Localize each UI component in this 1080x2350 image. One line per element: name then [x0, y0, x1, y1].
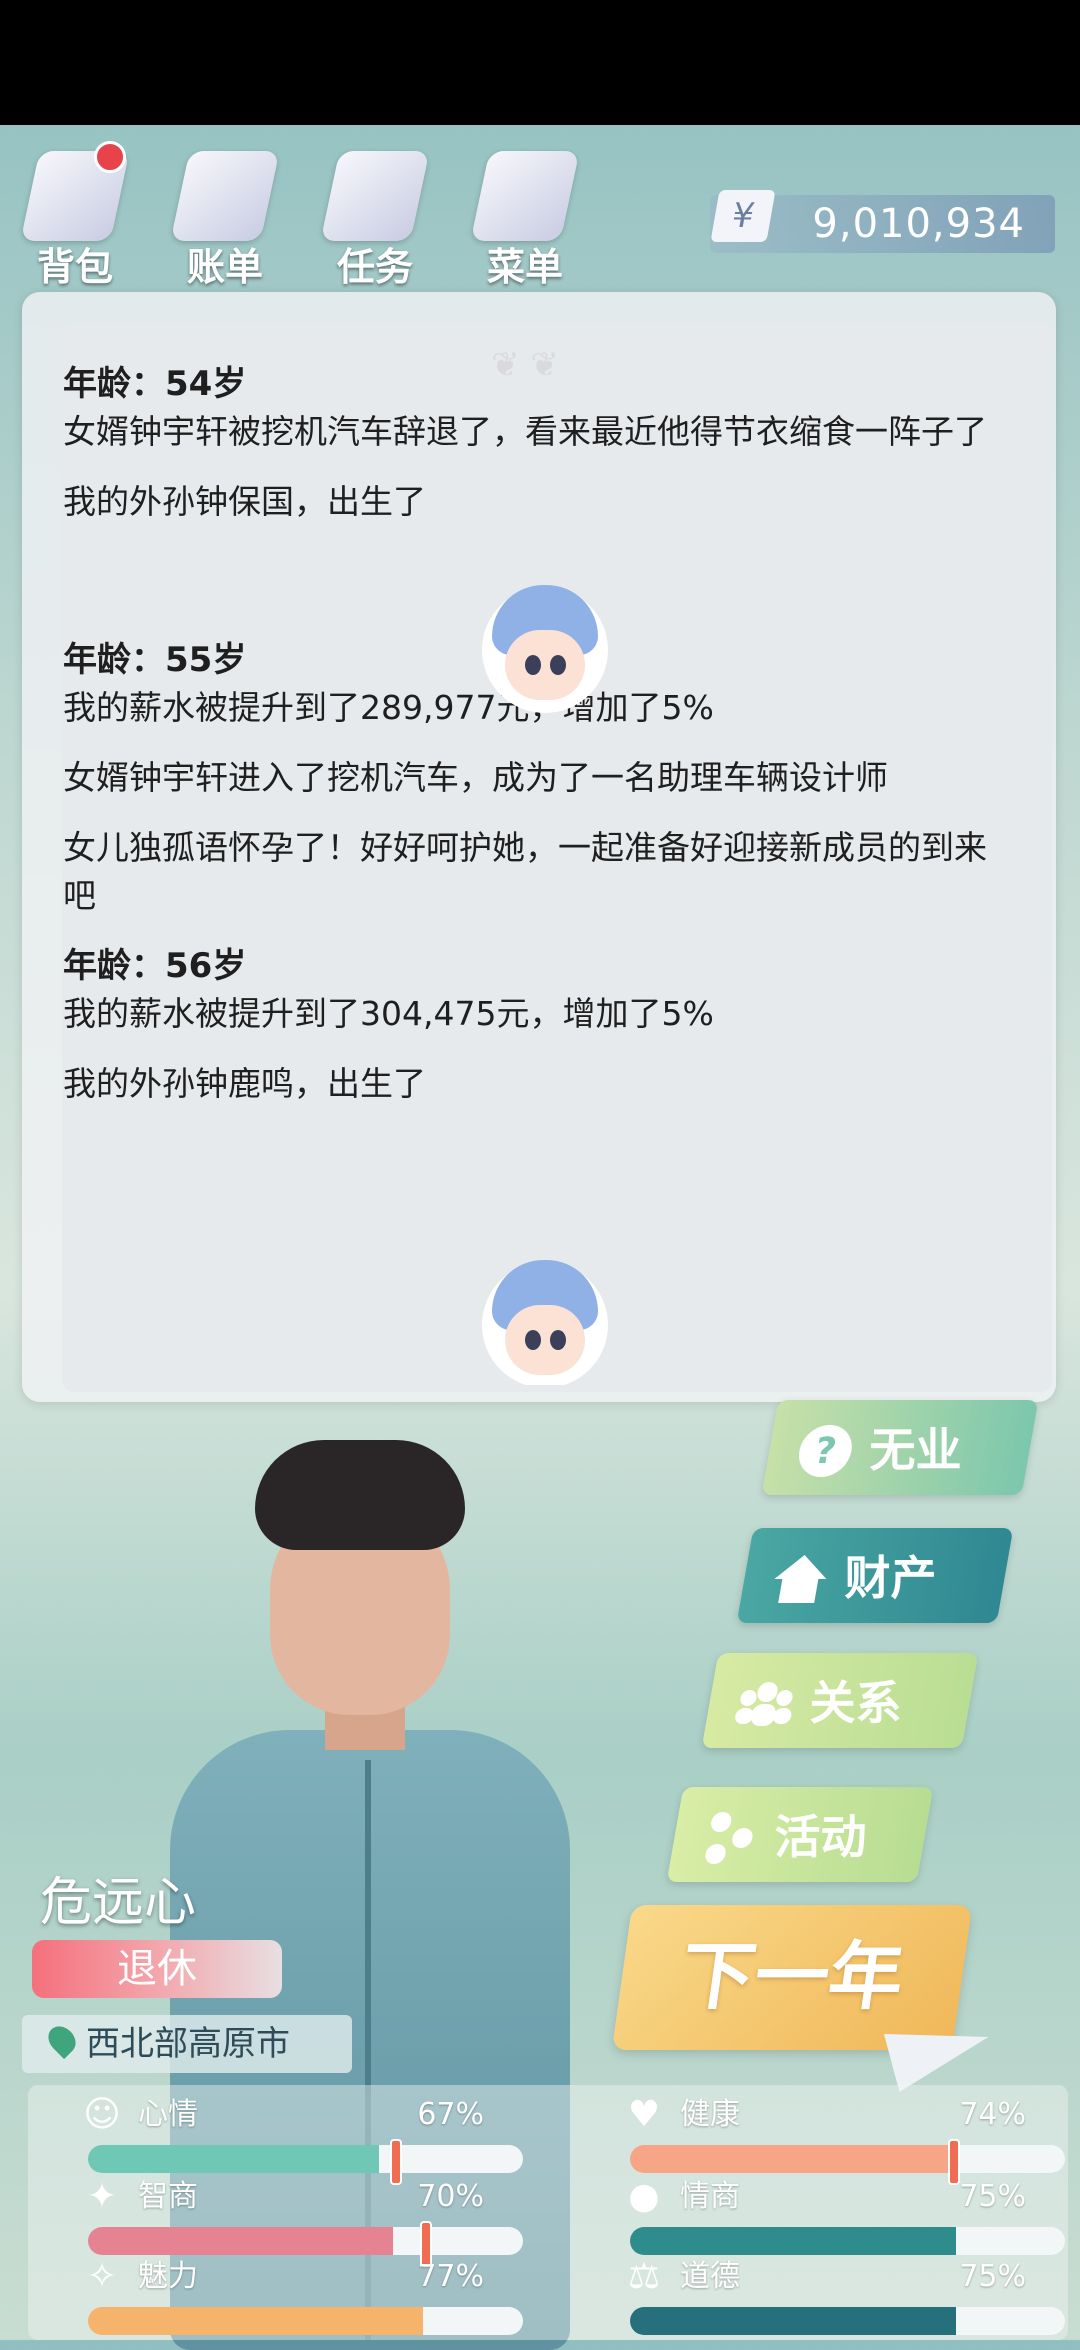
log-event: 我的薪水被提升到了304,475元，增加了5%	[63, 994, 714, 1033]
house-icon	[774, 1554, 827, 1603]
bill-button[interactable]: 账单	[160, 141, 290, 291]
notification-dot	[94, 141, 126, 173]
yen-icon: ¥	[710, 190, 776, 242]
log-event: 我的外孙钟鹿鸣，出生了	[63, 1064, 426, 1103]
activity-button[interactable]: 活动	[666, 1787, 934, 1882]
status-badge: 退休	[32, 1940, 282, 1998]
status-bar-area	[0, 0, 1080, 125]
bag-button[interactable]: 背包	[10, 141, 140, 291]
life-log: 年龄：54岁 女婿钟宇轩被挖机汽车辞退了，看来最近他得节衣缩食一阵子了 我的外孙…	[63, 360, 1003, 1130]
bulb-icon: ✦	[86, 2176, 118, 2217]
relations-label: 关系	[809, 1676, 902, 1730]
stat-bar-fill	[630, 2307, 957, 2335]
stat-value: 70%	[417, 2179, 484, 2214]
job-label: 无业	[869, 1423, 962, 1477]
stat-bar-fill	[630, 2145, 952, 2173]
location-text: 西北部高原市	[86, 2024, 290, 2064]
task-button[interactable]: 任务	[310, 141, 440, 291]
stat-value: 75%	[959, 2259, 1026, 2294]
menu-label: 菜单	[486, 245, 563, 289]
menu-button[interactable]: 菜单	[460, 141, 590, 291]
task-icon	[320, 151, 430, 241]
age-heading: 年龄：56岁	[63, 946, 247, 986]
baby-avatar	[470, 1230, 620, 1385]
character-name: 危远心	[40, 1873, 197, 1933]
stat-morality: ⚖ 道德 75%	[600, 2256, 1065, 2337]
stat-eq: ● 情商 75%	[600, 2176, 1065, 2257]
relations-button[interactable]: 关系	[701, 1653, 979, 1748]
log-event: 我的外孙钟保国，出生了	[63, 482, 426, 521]
menu-icon	[470, 151, 580, 241]
stat-charm: ✧ 魅力 77%	[58, 2256, 523, 2337]
stats-panel: ☺ 心情 67% ♥ 健康 74% ✦ 智商 70% ● 情商 75% ✧ 魅力…	[28, 2085, 1068, 2340]
people-icon	[735, 1681, 793, 1726]
bill-icon	[170, 151, 280, 241]
heart-icon: ♥	[627, 2094, 661, 2135]
activity-icon	[705, 1811, 753, 1864]
stat-bar-fill	[88, 2227, 393, 2255]
stat-bar-fill	[630, 2227, 957, 2255]
stat-value: 74%	[959, 2097, 1026, 2132]
smile-icon: ☺	[83, 2094, 121, 2135]
stat-value: 67%	[417, 2097, 484, 2132]
location-pin-icon	[42, 2020, 82, 2060]
log-event: 女婿钟宇轩被挖机汽车辞退了，看来最近他得节衣缩食一阵子了	[63, 412, 987, 451]
location-label: 西北部高原市	[22, 2015, 352, 2073]
sparkle-icon: ✧	[86, 2256, 118, 2297]
bag-label: 背包	[36, 245, 113, 289]
stat-iq: ✦ 智商 70%	[58, 2176, 523, 2267]
age-heading: 年龄：54岁	[63, 364, 247, 404]
baby-avatar	[470, 555, 620, 715]
stat-mood: ☺ 心情 67%	[58, 2094, 523, 2185]
stat-value: 75%	[959, 2179, 1026, 2214]
apple-icon: ●	[628, 2176, 660, 2217]
property-button[interactable]: 财产	[736, 1528, 1014, 1623]
stat-health: ♥ 健康 74%	[600, 2094, 1065, 2185]
stat-value: 77%	[417, 2259, 484, 2294]
stat-bar-fill	[88, 2307, 423, 2335]
log-event: 女儿独孤语怀孕了！好好呵护她，一起准备好迎接新成员的到来吧	[63, 828, 987, 915]
log-event: 女婿钟宇轩进入了挖机汽车，成为了一名助理车辆设计师	[63, 758, 888, 797]
scale-icon: ⚖	[627, 2256, 661, 2297]
task-label: 任务	[336, 245, 413, 289]
bill-label: 账单	[186, 245, 263, 289]
stat-bar-fill	[88, 2145, 380, 2173]
question-icon: ?	[799, 1424, 852, 1477]
job-button[interactable]: ? 无业	[761, 1400, 1039, 1495]
top-nav: 背包 账单 任务 菜单 9,010,934 ¥	[0, 125, 1080, 295]
activity-label: 活动	[774, 1810, 867, 1864]
property-label: 财产	[844, 1551, 937, 1605]
